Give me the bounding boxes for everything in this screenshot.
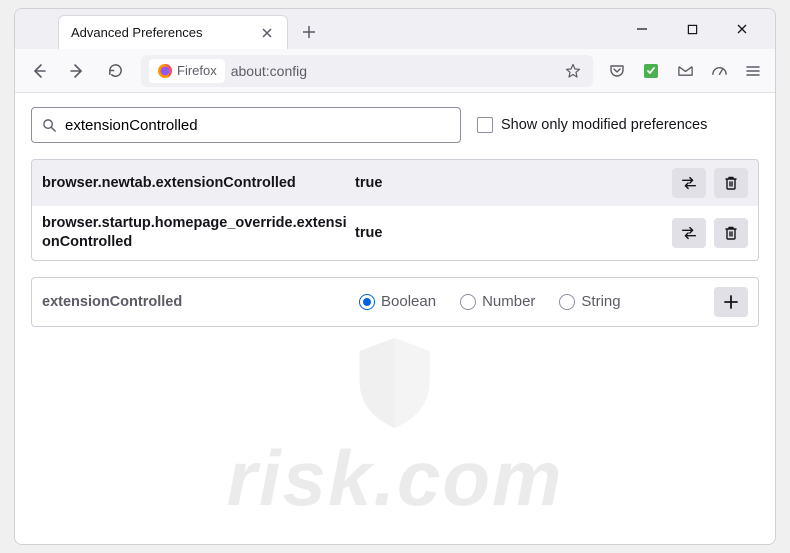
firefox-logo-icon [157,63,173,79]
maximize-button[interactable] [675,14,709,44]
tab-close-button[interactable] [259,25,275,41]
radio-dot [359,294,375,310]
radio-label: Number [482,293,535,310]
radio-boolean[interactable]: Boolean [359,293,436,310]
pref-actions [672,218,748,248]
pocket-button[interactable] [603,57,631,85]
search-icon [42,118,57,133]
search-input[interactable] [65,117,450,134]
radio-label: Boolean [381,293,436,310]
tab-strip: Advanced Preferences [23,9,324,49]
pref-name: browser.newtab.extensionControlled [42,174,347,193]
checkbox-box [477,117,493,133]
delete-button[interactable] [714,218,748,248]
tab-title: Advanced Preferences [71,25,251,40]
pref-value: true [355,225,664,241]
radio-number[interactable]: Number [460,293,535,310]
pref-row: browser.newtab.extensionControlled true [32,160,758,206]
watermark: risk.com [227,333,564,524]
app-menu-button[interactable] [739,57,767,85]
shield-icon [350,333,440,433]
minimize-button[interactable] [625,14,659,44]
search-row: Show only modified preferences [31,107,759,143]
gauge-icon[interactable] [705,57,733,85]
preferences-list: browser.newtab.extensionControlled true … [31,159,759,261]
radio-dot [460,294,476,310]
add-pref-name: extensionControlled [42,294,347,310]
mail-icon[interactable] [671,57,699,85]
add-button[interactable] [714,287,748,317]
titlebar: Advanced Preferences [15,9,775,49]
radio-string[interactable]: String [559,293,620,310]
show-modified-label: Show only modified preferences [501,117,707,133]
pref-name: browser.startup.homepage_override.extens… [42,214,347,252]
show-modified-checkbox[interactable]: Show only modified preferences [477,117,707,133]
new-tab-button[interactable] [294,17,324,47]
toggle-button[interactable] [672,218,706,248]
window-close-button[interactable] [725,14,759,44]
watermark-text: risk.com [227,433,564,524]
extension-icon[interactable] [637,57,665,85]
content-area: risk.com Show only modified preferences … [15,93,775,544]
radio-label: String [581,293,620,310]
type-radio-group: Boolean Number String [359,293,702,310]
url-text: about:config [231,63,555,79]
delete-button[interactable] [714,168,748,198]
forward-button[interactable] [61,55,93,87]
add-preference-panel: extensionControlled Boolean Number Strin… [31,277,759,327]
pref-actions [672,168,748,198]
pref-row: browser.startup.homepage_override.extens… [32,206,758,260]
identity-label: Firefox [177,63,217,78]
reload-button[interactable] [99,55,131,87]
nav-toolbar: Firefox about:config [15,49,775,93]
bookmark-star-button[interactable] [561,63,585,79]
pref-value: true [355,175,664,191]
browser-window: Advanced Preferences [14,8,776,545]
window-controls [625,9,771,49]
identity-box[interactable]: Firefox [149,59,225,83]
radio-dot [559,294,575,310]
search-box[interactable] [31,107,461,143]
tab-active[interactable]: Advanced Preferences [58,15,288,49]
toggle-button[interactable] [672,168,706,198]
back-button[interactable] [23,55,55,87]
url-bar[interactable]: Firefox about:config [141,55,593,87]
